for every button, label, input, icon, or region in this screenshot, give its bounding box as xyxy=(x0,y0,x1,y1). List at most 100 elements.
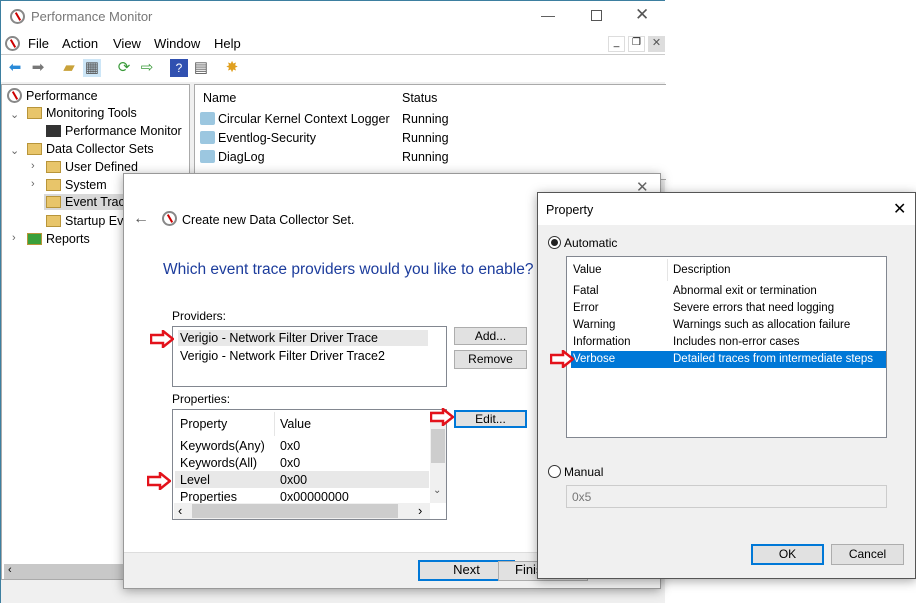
scroll-right-icon[interactable]: › xyxy=(418,503,422,518)
forward-icon[interactable]: ➡ xyxy=(29,59,47,77)
column-divider xyxy=(274,412,275,436)
level-value: Verbose xyxy=(573,353,616,365)
refresh-icon[interactable]: ⟳ xyxy=(115,59,133,77)
close-button[interactable]: ✕ xyxy=(635,5,649,25)
manual-label[interactable]: Manual xyxy=(564,465,603,479)
property-row[interactable]: Level 0x00 xyxy=(175,471,429,488)
tree-item-data-collector-sets[interactable]: Data Collector Sets xyxy=(27,142,154,156)
folder-icon xyxy=(46,196,61,208)
list-pane: Name Status Circular Kernel Context Logg… xyxy=(194,84,666,180)
property-row[interactable]: Keywords(Any) 0x0 xyxy=(175,437,429,454)
tree-item-event-trace[interactable]: Event Trace xyxy=(44,194,134,210)
list-row[interactable]: Eventlog-Security xyxy=(200,131,316,145)
menu-action[interactable]: Action xyxy=(62,36,98,51)
manual-value-input[interactable]: 0x5 xyxy=(566,485,887,508)
export-list-icon[interactable]: ⇨ xyxy=(138,59,156,77)
tree-item-user-defined[interactable]: User Defined xyxy=(46,160,138,174)
level-row[interactable]: Error Severe errors that need logging xyxy=(571,300,886,317)
tree-label: Monitoring Tools xyxy=(46,106,137,120)
menu-view[interactable]: View xyxy=(113,36,141,51)
column-header-name[interactable]: Name xyxy=(203,91,236,105)
menu-file[interactable]: File xyxy=(28,36,49,51)
column-header-value[interactable]: Value xyxy=(280,417,311,431)
level-description: Warnings such as allocation failure xyxy=(673,319,851,331)
cancel-button[interactable]: Cancel xyxy=(831,544,904,565)
chevron-down-icon[interactable]: ⌄ xyxy=(10,108,19,121)
scroll-thumb[interactable] xyxy=(192,504,398,518)
back-arrow-icon[interactable]: ← xyxy=(133,210,149,228)
minimize-button[interactable]: — xyxy=(541,7,555,23)
collector-running-icon xyxy=(200,150,215,163)
tree-item-system[interactable]: System xyxy=(46,178,107,192)
property-value: 0x0 xyxy=(280,456,301,470)
scroll-thumb[interactable] xyxy=(431,429,445,463)
chevron-right-icon[interactable]: › xyxy=(31,178,35,190)
window-title: Performance Monitor xyxy=(31,9,153,24)
tree-item-performance[interactable]: Performance xyxy=(7,88,98,103)
tree-label: Performance xyxy=(26,89,98,103)
list-row[interactable]: DiagLog xyxy=(200,150,265,164)
level-row[interactable]: Verbose Detailed traces from intermediate… xyxy=(571,351,886,368)
property-value: 0x00000000 xyxy=(280,490,349,504)
property-dialog: Property ✕ Automatic Value Description F… xyxy=(537,192,916,579)
level-description: Includes non-error cases xyxy=(673,336,800,348)
level-value: Warning xyxy=(573,319,616,331)
list-row[interactable]: Circular Kernel Context Logger xyxy=(200,112,390,126)
show-hide-tree-icon[interactable]: ▦ xyxy=(83,59,101,77)
child-close-button[interactable]: ✕ xyxy=(648,36,665,52)
show-action-pane-icon[interactable]: ▤ xyxy=(192,59,210,77)
annotation-arrow-icon xyxy=(550,350,574,368)
chevron-right-icon[interactable]: › xyxy=(12,232,16,244)
tree-item-reports[interactable]: Reports xyxy=(27,232,90,246)
up-folder-icon[interactable]: ▰ xyxy=(60,59,78,77)
maximize-button[interactable] xyxy=(591,10,602,21)
provider-item[interactable]: Verigio - Network Filter Driver Trace xyxy=(178,330,428,346)
back-icon[interactable]: ⬅ xyxy=(6,59,24,77)
add-button[interactable]: Add... xyxy=(454,327,527,345)
property-close-button[interactable]: ✕ xyxy=(893,199,906,219)
level-list[interactable]: Value Description Fatal Abnormal exit or … xyxy=(566,256,887,438)
level-value: Error xyxy=(573,302,599,314)
scroll-down-icon[interactable]: ⌄ xyxy=(433,485,441,496)
column-header-property[interactable]: Property xyxy=(180,417,227,431)
scroll-left-icon[interactable]: ‹ xyxy=(178,503,182,518)
level-row[interactable]: Fatal Abnormal exit or termination xyxy=(571,283,886,300)
column-header-description[interactable]: Description xyxy=(673,264,731,276)
property-row[interactable]: Keywords(All) 0x0 xyxy=(175,454,429,471)
tree-item-monitoring-tools[interactable]: Monitoring Tools xyxy=(27,106,137,120)
remove-button[interactable]: Remove xyxy=(454,350,527,369)
menu-window[interactable]: Window xyxy=(154,36,200,51)
automatic-label[interactable]: Automatic xyxy=(564,236,617,250)
child-minimize-button[interactable]: _ xyxy=(608,36,625,52)
manual-radio[interactable] xyxy=(548,465,561,478)
providers-list[interactable]: Verigio - Network Filter Driver Trace Ve… xyxy=(172,326,447,387)
child-restore-button[interactable]: ❐ xyxy=(628,36,645,52)
property-value: 0x00 xyxy=(280,473,308,487)
properties-horizontal-scrollbar[interactable]: ‹ › xyxy=(174,503,430,519)
wizard-icon xyxy=(162,211,177,226)
property-name: Properties xyxy=(180,490,237,504)
edit-button[interactable]: Edit... xyxy=(454,410,527,428)
level-row[interactable]: Information Includes non-error cases xyxy=(571,334,886,351)
help-icon[interactable]: ? xyxy=(170,59,188,77)
property-title: Property xyxy=(546,203,594,217)
column-header-status[interactable]: Status xyxy=(402,91,437,105)
reports-icon xyxy=(27,233,42,245)
column-header-value[interactable]: Value xyxy=(573,264,602,276)
folder-icon xyxy=(46,161,61,173)
properties-list[interactable]: Property Value Keywords(Any) 0x0 Keywords(… xyxy=(172,409,447,520)
app-menu-icon[interactable] xyxy=(5,36,20,51)
tree-item-performance-monitor[interactable]: Performance Monitor xyxy=(46,124,182,138)
new-item-icon[interactable]: ✸ xyxy=(223,59,241,77)
menu-help[interactable]: Help xyxy=(214,36,241,51)
automatic-radio[interactable] xyxy=(548,236,561,249)
chevron-down-icon[interactable]: ⌄ xyxy=(10,144,19,157)
collector-running-icon xyxy=(200,112,215,125)
provider-item[interactable]: Verigio - Network Filter Driver Trace2 xyxy=(178,348,387,364)
level-row[interactable]: Warning Warnings such as allocation failu… xyxy=(571,317,886,334)
tree-item-startup-event[interactable]: Startup Eve xyxy=(46,214,130,228)
chevron-right-icon[interactable]: › xyxy=(31,160,35,172)
menu-bar: File Action View Window Help _ ❐ ✕ xyxy=(1,33,665,55)
ok-button[interactable]: OK xyxy=(751,544,824,565)
scroll-left-icon[interactable]: ‹ xyxy=(8,564,12,576)
